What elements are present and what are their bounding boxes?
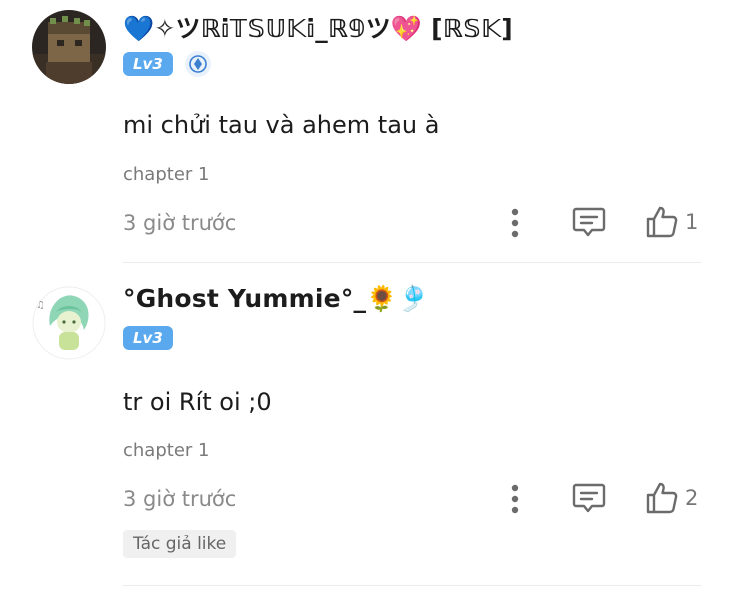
level-badge: Lv3 — [123, 52, 173, 76]
chapter-link[interactable]: chapter 1 — [123, 164, 209, 185]
level-badge: Lv3 — [123, 326, 173, 350]
like-count: 2 — [685, 486, 699, 510]
author-like-tag: Tác giả like — [123, 530, 237, 558]
comment-text: mi chửi tau và ahem tau à — [123, 111, 440, 139]
more-button[interactable] — [508, 484, 522, 514]
divider — [123, 262, 701, 263]
more-vertical-icon — [511, 484, 519, 514]
thumbs-up-icon — [646, 482, 678, 514]
badge-row: Lv3 — [123, 51, 211, 77]
chapter-link[interactable]: chapter 1 — [123, 440, 209, 461]
diamond-badge-icon — [184, 51, 211, 77]
username[interactable]: 💙✧ツℝ𝕚𝕋𝕊𝕌𝕂𝕚_ℝ𝟡ツ💖 [ℝ𝕊𝕂] — [123, 9, 513, 45]
like-count: 1 — [685, 210, 699, 234]
like-button[interactable]: 1 — [645, 205, 698, 239]
timestamp: 3 giờ trước — [123, 487, 237, 511]
comment-text: tr oi Rít oi ;0 — [123, 388, 272, 416]
badge-row: Lv3 — [123, 326, 173, 350]
more-button[interactable] — [508, 208, 522, 238]
avatar[interactable] — [32, 10, 106, 84]
thumbs-up-icon — [646, 206, 678, 238]
timestamp: 3 giờ trước — [123, 211, 237, 235]
username[interactable]: °Ghost Yummie°_🌻🎐 — [123, 284, 429, 314]
reply-button[interactable] — [572, 206, 606, 238]
comment-icon — [572, 207, 606, 237]
comment-icon — [572, 483, 606, 513]
avatar[interactable]: ♫ — [32, 286, 106, 360]
like-button[interactable]: 2 — [645, 481, 698, 515]
reply-button[interactable] — [572, 482, 606, 514]
svg-text:♫: ♫ — [36, 300, 45, 311]
more-vertical-icon — [511, 208, 519, 238]
divider — [123, 585, 701, 586]
